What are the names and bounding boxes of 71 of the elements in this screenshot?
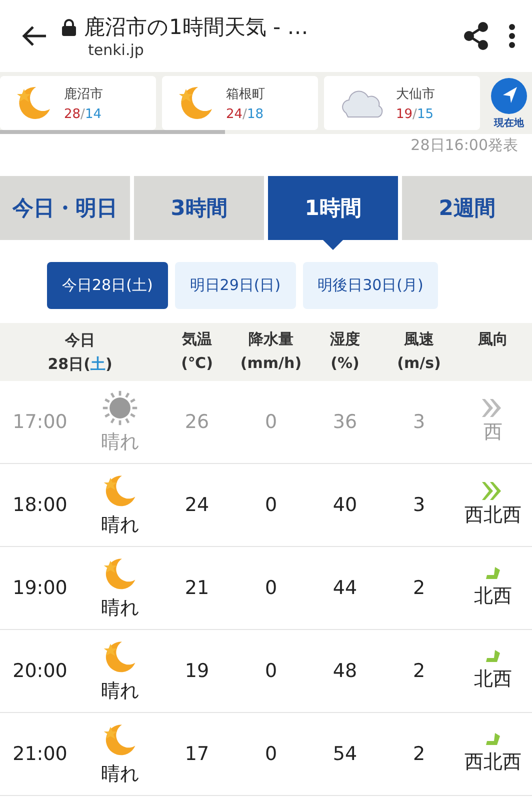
- city-card[interactable]: 箱根町 24/18: [162, 76, 318, 130]
- column-header: 風速 (m/s): [396, 329, 442, 374]
- humidity-cell-text: 40: [332, 494, 358, 516]
- humidity-cell-text: 48: [332, 660, 358, 682]
- lock-icon: [62, 18, 76, 36]
- wind-arrow-icon: [486, 567, 500, 581]
- city-name: 箱根町: [226, 86, 265, 102]
- weather-text: 晴れ: [101, 430, 139, 455]
- forecast-tab[interactable]: 今日・明日: [0, 176, 130, 240]
- wind-direction-text: 西北西: [464, 750, 522, 775]
- page-url: tenki.jp: [88, 41, 145, 59]
- wind-arrow-icon: [486, 733, 500, 747]
- more-icon: [508, 24, 516, 48]
- wind-arrow-icon: [486, 650, 500, 664]
- temperature-cell-text: 26: [184, 411, 210, 433]
- time-cell-text: 19:00: [12, 577, 68, 599]
- humidity-cell-text: 54: [332, 743, 358, 765]
- wind-speed-cell-text: 3: [412, 411, 426, 433]
- temperature-cell-text: 19: [184, 660, 210, 682]
- wind-speed-cell-text: 2: [412, 577, 426, 599]
- column-header: 湿度 (%): [329, 329, 361, 374]
- wind-speed-cell-text: 2: [412, 743, 426, 765]
- column-header: 風向: [477, 329, 509, 350]
- weather-text: 晴れ: [101, 762, 139, 787]
- time-cell-text: 21:00: [12, 743, 68, 765]
- column-header: 気温 (℃): [180, 329, 214, 374]
- city-card[interactable]: 大仙市 19/15: [324, 76, 480, 130]
- city-temperatures: 28/14: [64, 106, 102, 122]
- tab-pointer: [323, 240, 343, 250]
- precipitation-cell-text: 0: [264, 577, 278, 599]
- weather-text: 晴れ: [101, 513, 139, 538]
- city-name: 鹿沼市: [64, 86, 103, 102]
- day-button[interactable]: 明日29日(日): [174, 262, 296, 309]
- wind-arrow-icon: [482, 482, 504, 500]
- issued-time: 28日16:00発表: [410, 136, 518, 154]
- humidity-cell-text: 36: [332, 411, 358, 433]
- column-header: 降水量 (mm/h): [239, 329, 303, 374]
- current-location-button[interactable]: 現在地: [486, 76, 532, 134]
- wind-speed-cell-text: 2: [412, 660, 426, 682]
- forecast-tab[interactable]: 1時間: [268, 176, 398, 240]
- time-cell-text: 17:00: [12, 411, 68, 433]
- city-temperatures: 24/18: [226, 106, 264, 122]
- precipitation-cell-text: 0: [264, 660, 278, 682]
- page-title: 鹿沼市の1時間天気 - …: [84, 14, 308, 41]
- temperature-cell-text: 17: [184, 743, 210, 765]
- day-button[interactable]: 今日28日(土): [47, 262, 168, 309]
- column-header: 今日 28日(土): [46, 330, 114, 375]
- wind-direction-text: 北西: [474, 584, 512, 609]
- navigation-icon: [491, 78, 527, 114]
- precipitation-cell-text: 0: [264, 411, 278, 433]
- day-button[interactable]: 明後日30日(月): [302, 262, 438, 309]
- wind-direction-text: 西北西: [464, 503, 522, 528]
- sun-icon: [101, 389, 139, 427]
- forecast-tab[interactable]: 3時間: [134, 176, 264, 240]
- wind-direction-text: 西: [484, 420, 502, 445]
- temperature-cell-text: 21: [184, 577, 210, 599]
- wind-arrow-icon: [482, 399, 504, 417]
- weather-text: 晴れ: [101, 596, 139, 621]
- temperature-cell-text: 24: [184, 494, 210, 516]
- city-name: 大仙市: [396, 86, 435, 102]
- time-cell-text: 18:00: [12, 494, 68, 516]
- wind-speed-cell-text: 3: [412, 494, 426, 516]
- city-temperatures: 19/15: [396, 106, 434, 122]
- wind-direction-text: 北西: [474, 667, 512, 692]
- forecast-tab[interactable]: 2週間: [402, 176, 532, 240]
- precipitation-cell-text: 0: [264, 494, 278, 516]
- weather-text: 晴れ: [101, 679, 139, 704]
- city-card[interactable]: 鹿沼市 28/14: [0, 76, 156, 130]
- precipitation-cell-text: 0: [264, 743, 278, 765]
- time-cell-text: 20:00: [12, 660, 68, 682]
- humidity-cell-text: 44: [332, 577, 358, 599]
